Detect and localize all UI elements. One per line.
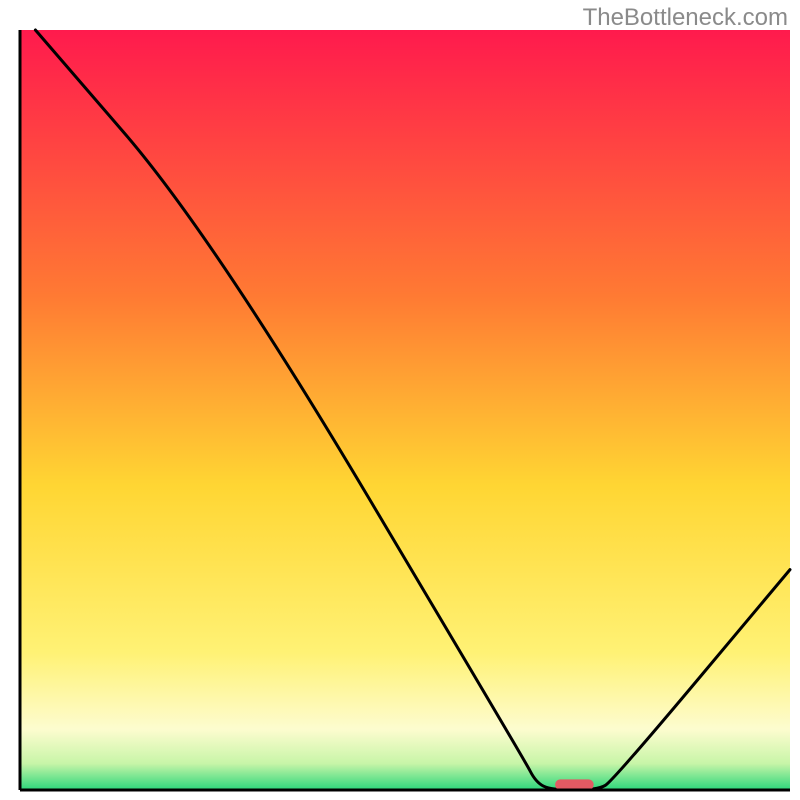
watermark: TheBottleneck.com <box>583 4 788 32</box>
optimal-marker <box>555 779 594 790</box>
chart-container: TheBottleneck.com <box>0 0 800 800</box>
bottleneck-chart <box>0 0 800 800</box>
